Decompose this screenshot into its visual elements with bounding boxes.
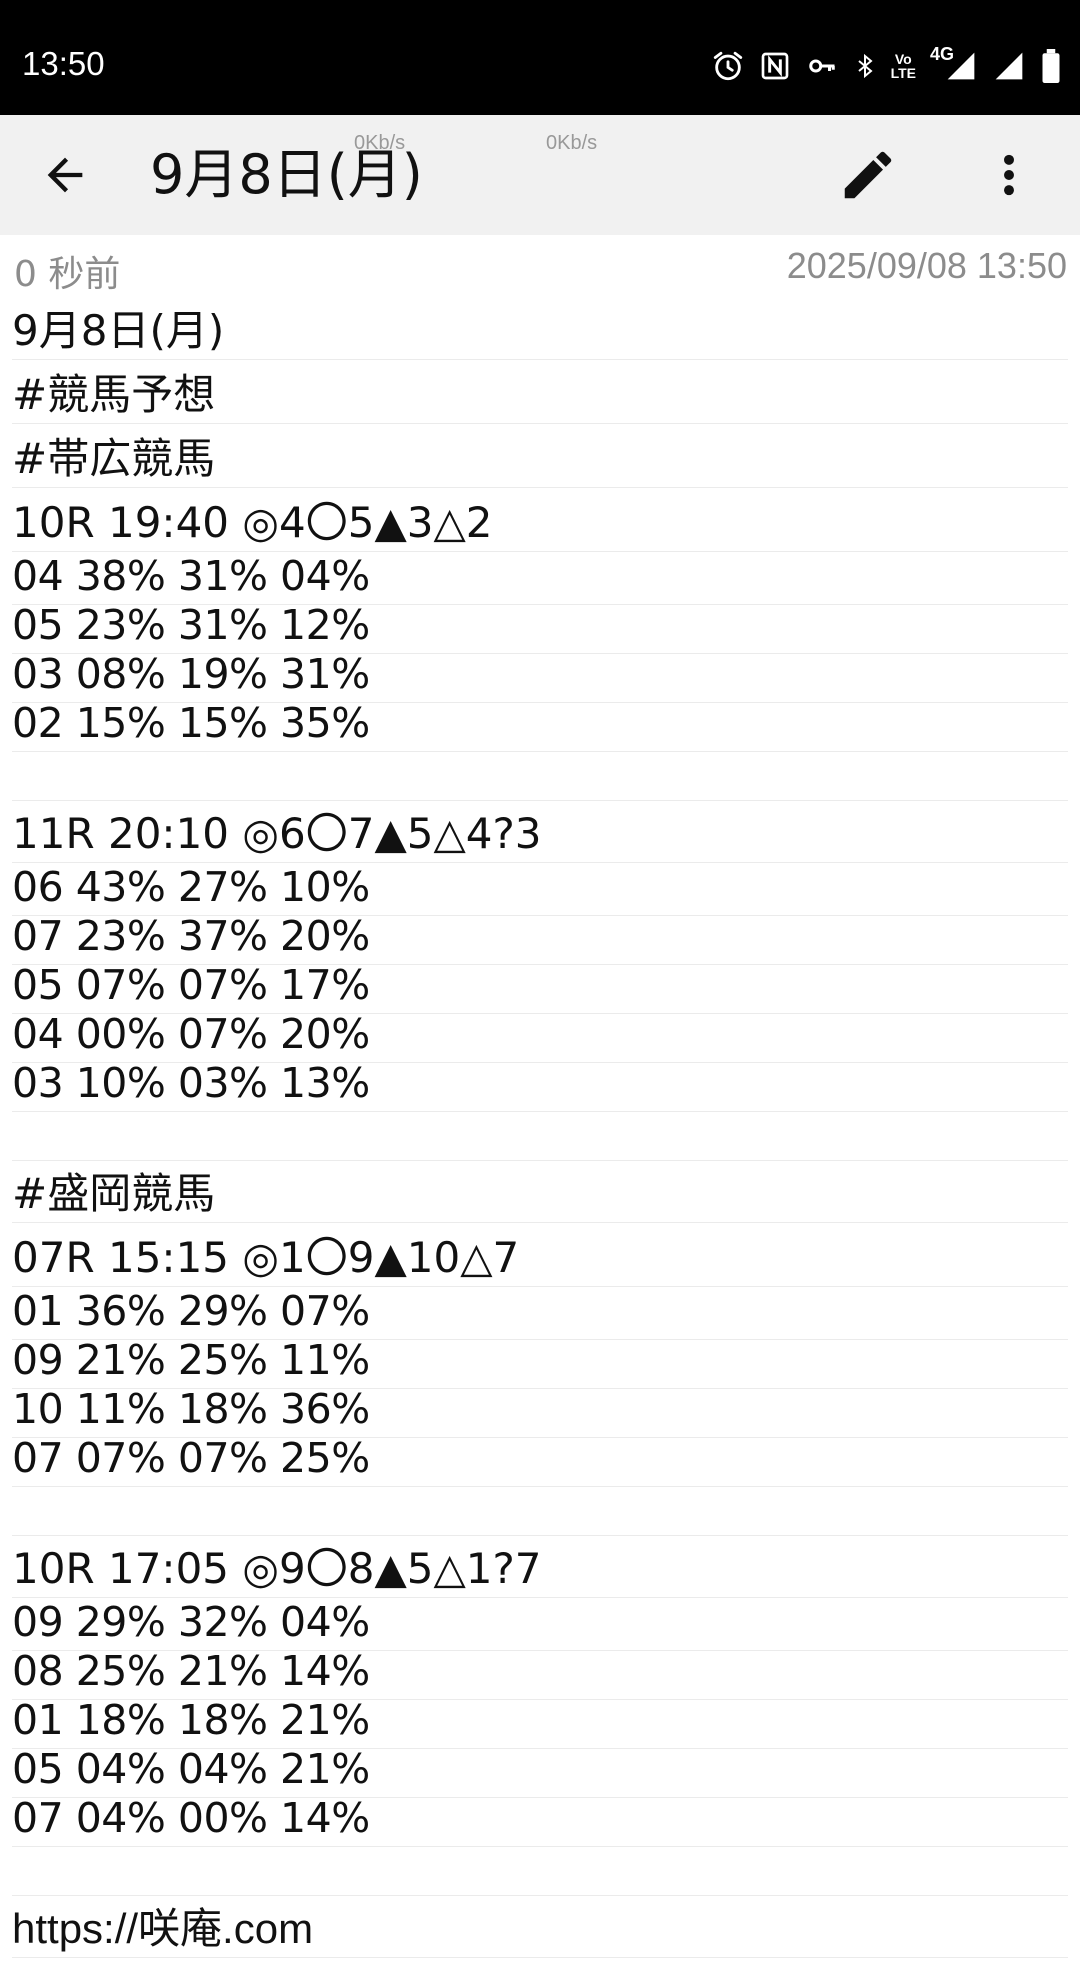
note-line-text: 09 21% 25% 11%: [12, 1336, 370, 1384]
note-line: 01 18% 18% 21%: [12, 1696, 1068, 1749]
note-line-text: 05 23% 31% 12%: [12, 601, 370, 649]
note-line: 10R 19:40 ◎4〇5▲3△2: [12, 499, 1068, 552]
note-line: #帯広競馬: [12, 435, 1068, 488]
note-line-text: 10R 17:05 ◎9〇8▲5△1?7: [12, 1544, 542, 1593]
note-line-text: #競馬予想: [12, 370, 216, 419]
note-line: 04 00% 07% 20%: [12, 1010, 1068, 1063]
note-line: 10R 17:05 ◎9〇8▲5△1?7: [12, 1545, 1068, 1598]
status-bar: 13:50 Vo LTE 4G: [0, 0, 1080, 115]
more-vert-icon: [1004, 154, 1014, 196]
back-arrow-icon: [47, 157, 83, 193]
note-line-text: #盛岡競馬: [12, 1169, 216, 1218]
note-line: 05 07% 07% 17%: [12, 961, 1068, 1014]
pencil-icon: [844, 151, 892, 199]
note-line: 08 25% 21% 14%: [12, 1647, 1068, 1700]
signal-strength-icon: [947, 52, 975, 80]
network-speed-download: 0Kb/s: [546, 132, 598, 154]
note-line-text: 01 36% 29% 07%: [12, 1287, 370, 1335]
volte-top-text: Vo: [894, 51, 912, 67]
note-line: 07R 15:15 ◎1〇9▲10△7: [12, 1234, 1068, 1287]
note-line: 11R 20:10 ◎6〇7▲5△4?3: [12, 810, 1068, 863]
note-meta-row: 0 秒前 2025/09/08 13:50: [0, 235, 1080, 295]
status-time: 13:50: [22, 45, 105, 82]
note-line: 01 36% 29% 07%: [12, 1287, 1068, 1340]
note-line: https://咲庵.com: [12, 1905, 1068, 1958]
note-line-text: 04 38% 31% 04%: [12, 552, 370, 600]
note-line: 07 04% 00% 14%: [12, 1794, 1068, 1847]
bluetooth-icon: [857, 53, 873, 79]
note-line-text: 03 08% 19% 31%: [12, 650, 370, 698]
note-line-text: #帯広競馬: [12, 434, 216, 483]
note-line: 05 04% 04% 21%: [12, 1745, 1068, 1798]
note-line: 09 29% 32% 04%: [12, 1598, 1068, 1651]
note-line: 04 38% 31% 04%: [12, 552, 1068, 605]
note-line-text: 05 04% 04% 21%: [12, 1745, 370, 1793]
status-icons: Vo LTE 4G: [711, 44, 1062, 86]
note-line: 9月8日(月): [12, 307, 1068, 360]
note-blank-line: [12, 753, 1068, 801]
vpn-key-icon: [808, 59, 835, 73]
note-line: #盛岡競馬: [12, 1170, 1068, 1223]
note-line-text: 07 04% 00% 14%: [12, 1794, 370, 1842]
note-body[interactable]: 9月8日(月) #競馬予想 #帯広競馬 10R 19:40 ◎4〇5▲3△2 04 38…: [0, 295, 1080, 1970]
note-line: #競馬予想: [12, 371, 1068, 424]
relative-time: 0 秒前: [14, 254, 121, 295]
note-line-text: 05 07% 07% 17%: [12, 961, 370, 1009]
note-line-text: 07 07% 07% 25%: [12, 1434, 370, 1482]
note-blank-line: [12, 1848, 1068, 1896]
note-line: 07 23% 37% 20%: [12, 912, 1068, 965]
note-line-text: 09 29% 32% 04%: [12, 1598, 370, 1646]
network-speed-upload: 0Kb/s: [354, 132, 406, 154]
nfc-icon: [761, 52, 788, 80]
note-line-text[interactable]: https://咲庵.com: [12, 1905, 313, 1953]
volte-bottom-text: LTE: [890, 65, 916, 81]
note-line: 10 11% 18% 36%: [12, 1385, 1068, 1438]
note-line: 02 15% 15% 35%: [12, 699, 1068, 752]
note-line: 03 10% 03% 13%: [12, 1059, 1068, 1112]
note-line-text: 9月8日(月): [12, 306, 225, 355]
note-line: 03 08% 19% 31%: [12, 650, 1068, 703]
battery-icon: [1042, 49, 1060, 83]
note-line-text: 07 23% 37% 20%: [12, 912, 370, 960]
volte-icon: Vo LTE: [891, 52, 916, 80]
note-line: 05 23% 31% 12%: [12, 601, 1068, 654]
app-bar: 9月8日(月) 0Kb/s 0Kb/s: [0, 115, 1080, 235]
note-line-text: 07R 15:15 ◎1〇9▲10△7: [12, 1233, 520, 1282]
note-blank-line: [12, 1488, 1068, 1536]
signal-4g-icon: 4G: [930, 44, 978, 82]
note-line-text: 10R 19:40 ◎4〇5▲3△2: [12, 498, 493, 547]
note-line: 06 43% 27% 10%: [12, 863, 1068, 916]
note-line-text: 03 10% 03% 13%: [12, 1059, 370, 1107]
note-line-text: 08 25% 21% 14%: [12, 1647, 370, 1695]
note-line-text: 10 11% 18% 36%: [12, 1385, 370, 1433]
note-line: 09 21% 25% 11%: [12, 1336, 1068, 1389]
edit-button[interactable]: [836, 143, 900, 207]
note-line: 07 07% 07% 25%: [12, 1434, 1068, 1487]
back-button[interactable]: [36, 146, 94, 204]
note-line-text: 06 43% 27% 10%: [12, 863, 370, 911]
note-line-text: 02 15% 15% 35%: [12, 699, 370, 747]
note-line-text: 04 00% 07% 20%: [12, 1010, 370, 1058]
more-options-button[interactable]: [982, 143, 1036, 207]
note-line-text: 01 18% 18% 21%: [12, 1696, 370, 1744]
note-datetime: 2025/09/08 13:50: [786, 245, 1067, 286]
note-blank-line: [12, 1113, 1068, 1161]
note-line-text: 11R 20:10 ◎6〇7▲5△4?3: [12, 809, 542, 858]
signal-icon: [995, 52, 1023, 80]
alarm-icon: [713, 51, 742, 81]
